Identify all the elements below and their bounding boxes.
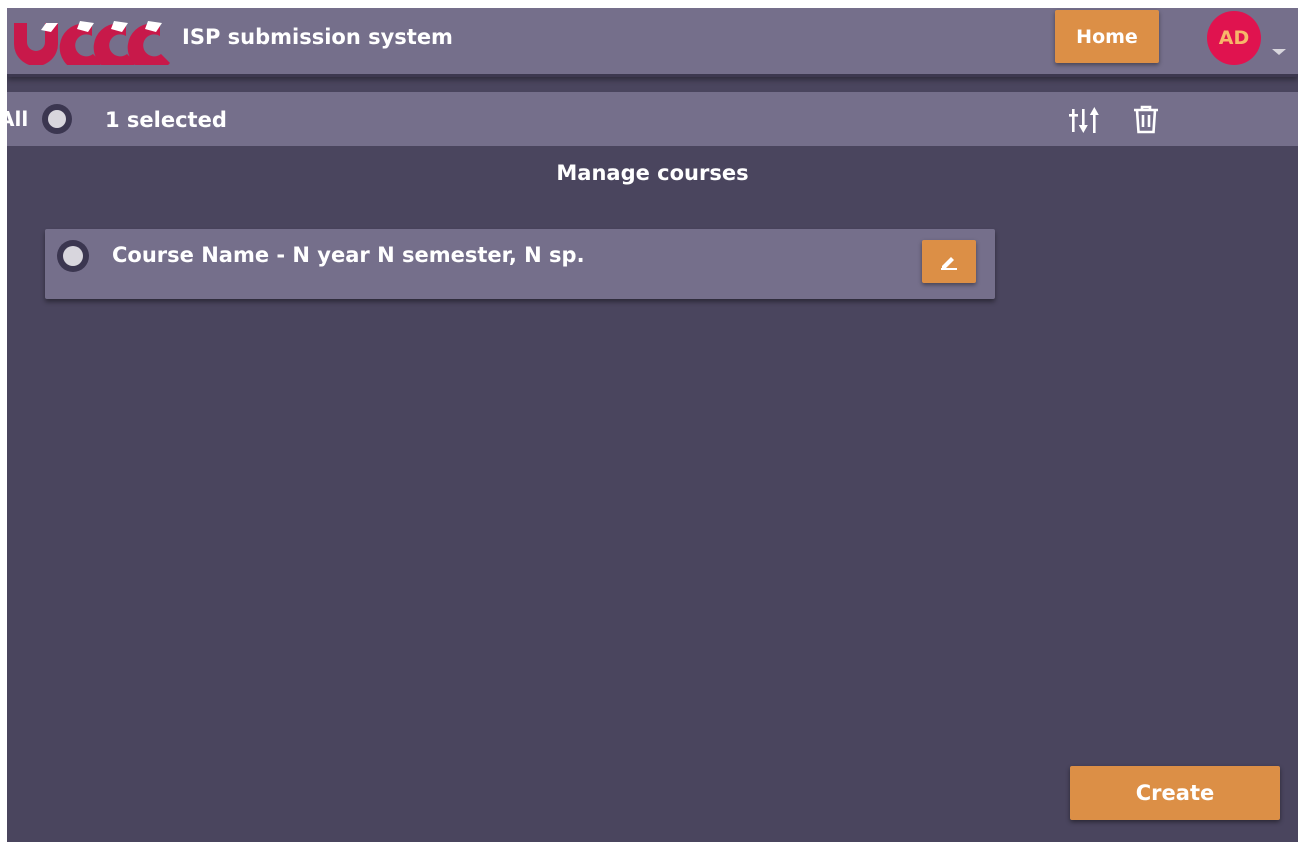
sort-icon[interactable] (1069, 105, 1101, 135)
select-all-radio[interactable] (42, 104, 72, 134)
avatar-initials: AD (1218, 27, 1250, 49)
avatar[interactable]: AD (1207, 11, 1261, 65)
selection-toolbar: All 1 selected (7, 92, 1298, 146)
caret-down-icon[interactable] (1272, 48, 1286, 56)
create-button[interactable]: Create (1070, 766, 1280, 820)
radio-dot (48, 110, 66, 128)
app-title: ISP submission system (182, 25, 453, 49)
select-all-label: All (7, 107, 29, 131)
pencil-icon (941, 256, 957, 270)
edit-course-button[interactable] (922, 240, 976, 283)
course-name: Course Name - N year N semester, N sp. (112, 243, 585, 267)
selected-count: 1 selected (105, 108, 227, 132)
trash-icon[interactable] (1130, 103, 1162, 135)
top-header: ISP submission system Home AD (7, 8, 1298, 77)
ucu-logo-icon[interactable] (10, 17, 172, 65)
radio-dot (63, 246, 83, 266)
course-list-item[interactable]: Course Name - N year N semester, N sp. (45, 229, 995, 299)
page-title: Manage courses (556, 161, 749, 185)
app-window: ISP submission system Home AD All 1 sele… (7, 8, 1298, 842)
course-select-radio[interactable] (57, 240, 89, 272)
home-button[interactable]: Home (1055, 10, 1159, 63)
